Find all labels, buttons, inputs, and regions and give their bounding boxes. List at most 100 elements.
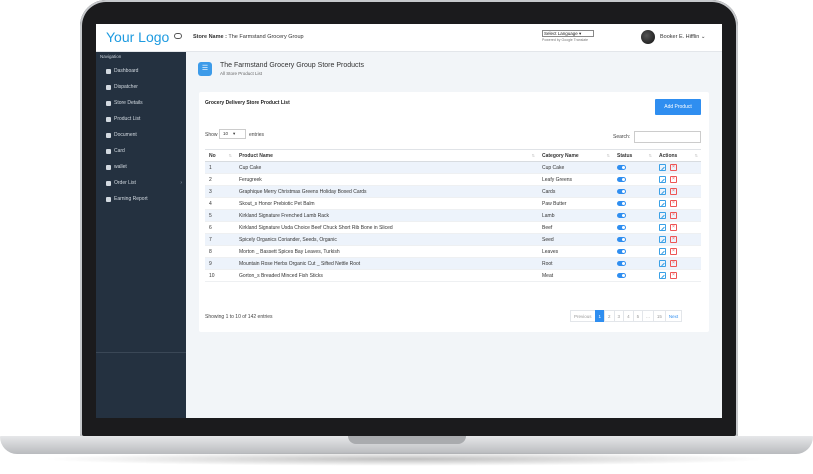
chevron-down-icon: ⌄ [700,34,706,40]
table-row: 2 Ferugreek Leafy Greens × [205,173,701,186]
delete-icon[interactable]: × [670,248,677,255]
sort-icon: ⇅ [606,153,610,158]
sidebar-item-card[interactable]: Card [106,146,182,156]
cell-no: 1 [205,161,235,174]
column-category-name[interactable]: Category Name ⇅ [538,149,613,162]
edit-icon[interactable] [659,212,666,219]
delete-icon[interactable]: × [670,164,677,171]
sidebar-toggle-icon[interactable] [174,33,182,39]
status-toggle[interactable] [617,212,626,218]
column-label: Category Name [542,152,579,159]
entries-label: entries [249,132,265,138]
avatar[interactable] [641,30,655,44]
search-label: Search: [613,134,631,140]
table-row: 4 Skout_s Honor Prebiotic Pet Balm Paw But… [205,197,701,210]
cell-category: Meat [538,269,613,282]
status-toggle[interactable] [617,272,626,278]
edit-icon[interactable] [659,200,666,207]
delete-icon[interactable]: × [670,212,677,219]
language-widget: Select Language ▾ Powered by Google Tran… [542,30,594,42]
edit-icon[interactable] [659,236,666,243]
status-toggle[interactable] [617,248,626,254]
delete-icon[interactable]: × [670,200,677,207]
laptop-frame: Your Logo Store Name : The Farmstand Gro… [0,0,813,474]
cell-no: 4 [205,197,235,210]
table-row: 9 Mountain Rose Herbs Organic Cut _ Sifte… [205,257,701,270]
cell-product-name: Spicely Organics Coriander, Seeds, Organ… [235,233,538,246]
edit-icon[interactable] [659,176,666,183]
products-table: No ⇅ Product Name ⇅ Category Name ⇅ Status ⇅… [205,149,701,282]
list-icon [106,116,111,122]
column-status[interactable]: Status ⇅ [613,149,655,162]
status-toggle[interactable] [617,236,626,242]
page-size-select[interactable]: 10 ▾ [219,129,246,139]
cell-category: Seed [538,233,613,246]
cell-product-name: Cup Cake [235,161,538,174]
status-toggle[interactable] [617,176,626,182]
delete-icon[interactable]: × [670,176,677,183]
language-select[interactable]: Select Language ▾ [542,30,594,37]
add-product-button[interactable]: Add Product [655,99,701,115]
cell-actions: × [655,209,701,222]
report-icon [106,196,111,202]
sidebar-item-product-list[interactable]: Product List [106,114,182,124]
cell-status [613,209,655,222]
pagination: Previous 1 2 3 4 5 ... 15 Next [570,310,683,322]
pager-next[interactable]: Next [664,310,683,322]
pager-previous[interactable]: Previous [570,310,596,322]
cell-no: 5 [205,209,235,222]
status-toggle[interactable] [617,224,626,230]
sidebar-item-earning-report[interactable]: Earning Report [106,194,182,204]
table-header-row: No ⇅ Product Name ⇅ Category Name ⇅ Status ⇅… [205,149,701,162]
search-input[interactable] [634,131,701,143]
column-product-name[interactable]: Product Name ⇅ [235,149,538,162]
delete-icon[interactable]: × [670,224,677,231]
sidebar-item-document[interactable]: Document [106,130,182,140]
edit-icon[interactable] [659,164,666,171]
table-row: 5 Kirkland Signature Frenched Lamb Rack La… [205,209,701,222]
column-label: Status [617,152,633,159]
delete-icon[interactable]: × [670,260,677,267]
status-toggle[interactable] [617,164,626,170]
card-icon [106,148,111,154]
sidebar-item-label: Dispatcher [114,84,138,90]
cell-status [613,197,655,210]
cell-no: 6 [205,221,235,234]
delete-icon[interactable]: × [670,272,677,279]
edit-icon[interactable] [659,272,666,279]
user-menu[interactable]: Booker E. Hifflin ⌄ [660,34,705,40]
delete-icon[interactable]: × [670,236,677,243]
column-actions[interactable]: Actions ⇅ [655,149,701,162]
chevron-right-icon: › [180,180,182,186]
delete-icon[interactable]: × [670,188,677,195]
status-toggle[interactable] [617,260,626,266]
cell-status [613,233,655,246]
logo[interactable]: Your Logo [106,29,169,45]
sidebar-item-label: wallet [114,164,127,170]
card-title: Grocery Delivery Store Product List [205,100,290,106]
top-bar: Your Logo Store Name : The Farmstand Gro… [96,24,722,52]
cell-status [613,257,655,270]
cell-no: 10 [205,269,235,282]
edit-icon[interactable] [659,224,666,231]
page-subtitle: All Store Product List [220,71,263,76]
edit-icon[interactable] [659,260,666,267]
sidebar-item-dispatcher[interactable]: Dispatcher [106,82,182,92]
status-toggle[interactable] [617,188,626,194]
app-screen: Your Logo Store Name : The Farmstand Gro… [96,24,722,418]
edit-icon[interactable] [659,188,666,195]
sidebar-item-store-details[interactable]: Store Details [106,98,182,108]
sort-icon: ⇅ [694,153,698,158]
sidebar: Navigation Dashboard Dispatcher Store De… [96,52,186,418]
column-no[interactable]: No ⇅ [205,149,235,162]
edit-icon[interactable] [659,248,666,255]
sidebar-item-dashboard[interactable]: Dashboard [106,66,182,76]
product-list-card: Grocery Delivery Store Product List Add … [199,92,709,332]
clipboard-icon [106,84,111,90]
cell-status [613,161,655,174]
cell-category: Lamb [538,209,613,222]
sidebar-item-wallet[interactable]: wallet [106,162,182,172]
user-name: Booker E. Hifflin [660,34,700,40]
status-toggle[interactable] [617,200,626,206]
sidebar-item-order-list[interactable]: Order List › [106,178,182,188]
